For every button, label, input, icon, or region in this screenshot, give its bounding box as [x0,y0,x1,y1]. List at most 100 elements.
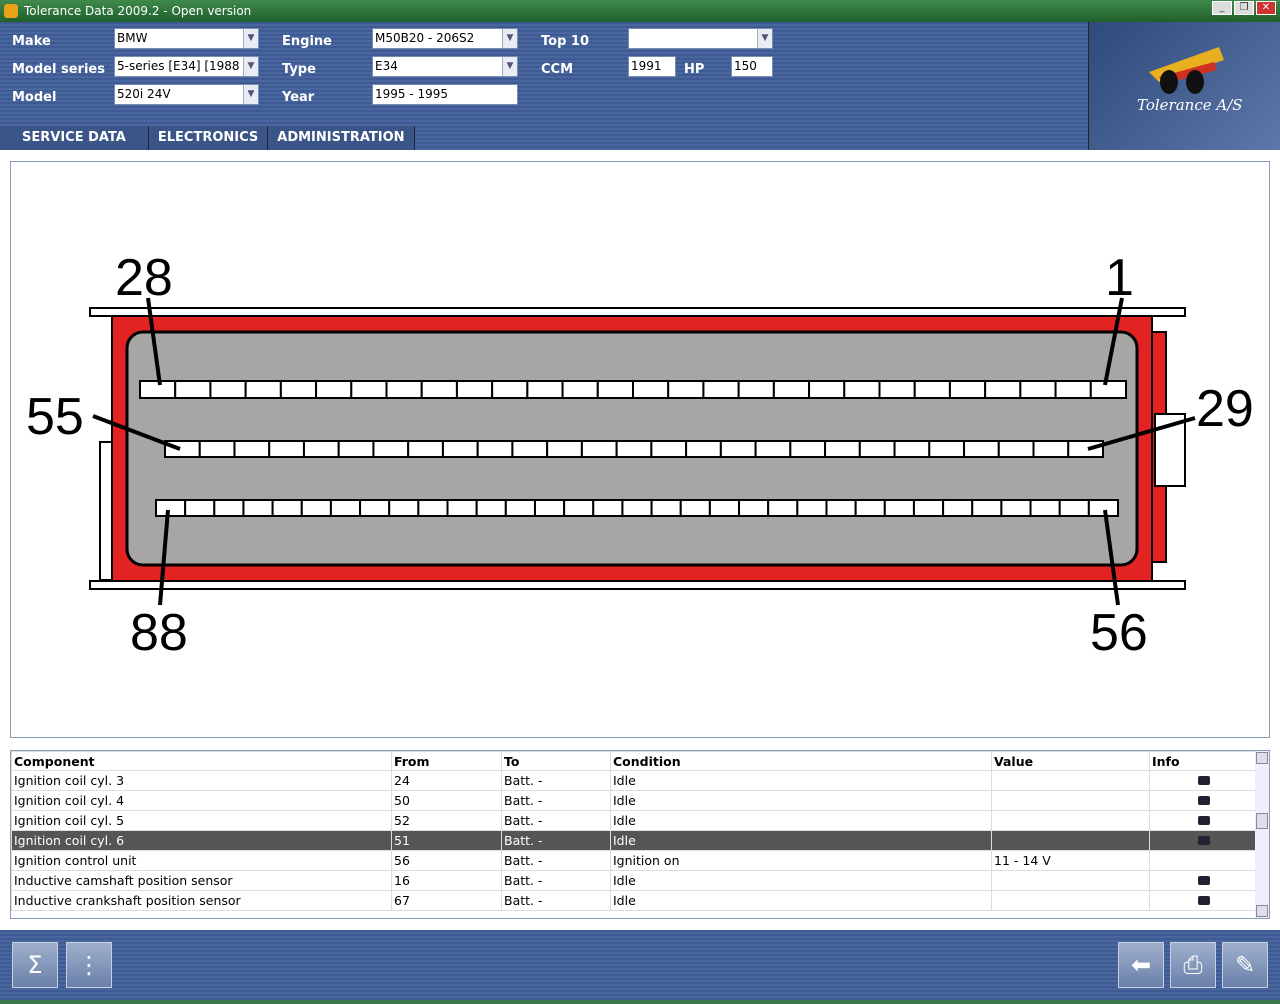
chevron-down-icon[interactable]: ▼ [243,57,258,76]
make-select[interactable]: BMW ▼ [114,28,259,49]
chevron-down-icon[interactable]: ▼ [243,29,258,48]
pin-top-row [1089,380,1128,399]
pin-bottom-row [213,499,245,517]
minimize-button[interactable]: _ [1212,1,1232,15]
to-cell: Batt. - [501,770,611,791]
camera-icon[interactable] [1197,776,1210,785]
from-cell: 16 [391,870,502,891]
col-value[interactable]: Value [991,751,1150,771]
table-scrollbar[interactable] [1255,751,1269,918]
notes-button[interactable]: ✎ [1222,942,1268,988]
pin-bottom-row [242,499,274,517]
component-cell: Ignition coil cyl. 3 [11,770,392,791]
camera-icon[interactable] [1197,796,1210,805]
pin-middle-row [963,440,1000,458]
col-from[interactable]: From [391,751,502,771]
tab-administration[interactable]: ADMINISTRATION [268,126,415,150]
pin-middle-row [893,440,931,458]
chevron-down-icon[interactable]: ▼ [243,85,258,104]
info-cell [1149,890,1256,911]
connector-bottom-rail [89,580,1186,590]
pin-bottom-row [155,499,187,517]
pin-middle-row [407,440,444,458]
pin-bottom-row [1000,499,1032,517]
value-cell [991,830,1150,851]
make-value: BMW [117,31,148,45]
scroll-down-button[interactable] [1256,905,1268,917]
pin-middle-row [546,440,583,458]
pin-bottom-row [504,499,536,517]
to-cell: Batt. - [501,870,611,891]
pin-bottom-row [650,499,682,517]
condition-cell: Idle [610,810,992,831]
table-row[interactable]: Ignition coil cyl. 6 51 Batt. - Idle [11,830,1256,851]
year-field[interactable]: 1995 - 1995 [372,84,518,105]
connector-diagram: 28 1 55 29 88 56 [26,249,1254,662]
info-cell [1149,870,1256,891]
pin-bottom-row [1058,499,1090,517]
sum-button[interactable]: Σ [12,942,58,988]
ccm-field[interactable]: 1991 [628,56,676,77]
col-component[interactable]: Component [11,751,392,771]
tree-button[interactable]: ⋮ [66,942,112,988]
col-to[interactable]: To [501,751,611,771]
camera-icon[interactable] [1197,836,1210,845]
col-condition[interactable]: Condition [610,751,992,771]
pin-top-row [632,380,670,399]
camera-icon[interactable] [1197,816,1210,825]
pin-bottom-row [592,499,624,517]
chevron-down-icon[interactable]: ▼ [502,29,517,48]
title-bar: Tolerance Data 2009.2 - Open version _ ❐ ✕ [0,0,1280,22]
info-cell [1149,810,1256,831]
pin-bottom-row [475,499,507,517]
table-row[interactable]: Ignition coil cyl. 5 52 Batt. - Idle [11,810,1256,831]
hp-field[interactable]: 150 [731,56,773,77]
pin-middle-row [997,440,1035,458]
pin-bottom-row [796,499,828,517]
pin-middle-row [302,440,340,458]
scroll-thumb[interactable] [1256,813,1268,829]
pin-middle-row [1032,440,1070,458]
back-button[interactable]: ⬅ [1118,942,1164,988]
chevron-down-icon[interactable]: ▼ [502,57,517,76]
pin-middle-row [824,440,861,458]
table-row[interactable]: Inductive crankshaft position sensor 67 Ba… [11,890,1256,911]
pin-bottom-row [271,499,303,517]
pin-top-row [209,380,247,399]
model-select[interactable]: 520i 24V ▼ [114,84,259,105]
ccm-label: CCM [541,62,574,77]
chevron-down-icon[interactable]: ▼ [757,29,772,48]
restore-button[interactable]: ❐ [1234,1,1254,15]
pin-bottom-row [417,499,449,517]
pin-bottom-row [825,499,857,517]
arrow-left-icon: ⬅ [1130,951,1152,979]
model-series-select[interactable]: 5-series [E34] [1988 ▼ [114,56,259,77]
table-row[interactable]: Inductive camshaft position sensor 16 Batt… [11,870,1256,891]
camera-icon[interactable] [1197,896,1210,905]
make-label: Make [12,34,51,49]
type-select[interactable]: E34 ▼ [372,56,518,77]
pin-top-row [948,380,987,399]
top10-select[interactable]: ▼ [628,28,773,49]
pin-top-row [667,380,705,399]
pin-middle-row [372,440,410,458]
pin-middle-row [719,440,757,458]
camera-icon[interactable] [1197,876,1210,885]
pin-bottom-row [388,499,420,517]
component-cell: Inductive crankshaft position sensor [11,890,392,911]
pin-bottom-row [533,499,566,517]
engine-select[interactable]: M50B20 - 206S2 ▼ [372,28,518,49]
col-info[interactable]: Info [1149,751,1256,771]
tab-electronics[interactable]: ELECTRONICS [148,126,269,150]
print-button[interactable]: ⎙ [1170,942,1216,988]
hp-label: HP [684,62,705,77]
scroll-up-button[interactable] [1256,752,1268,764]
tab-service-data[interactable]: SERVICE DATA [0,126,149,150]
table-row[interactable]: Ignition coil cyl. 4 50 Batt. - Idle [11,790,1256,811]
main-tabs: SERVICE DATA ELECTRONICS ADMINISTRATION [0,126,415,150]
from-cell: 67 [391,890,502,911]
year-label: Year [282,90,315,105]
close-button[interactable]: ✕ [1256,1,1276,15]
table-row[interactable]: Ignition control unit 56 Batt. - Ignition o… [11,850,1256,871]
table-row[interactable]: Ignition coil cyl. 3 24 Batt. - Idle [11,770,1256,791]
